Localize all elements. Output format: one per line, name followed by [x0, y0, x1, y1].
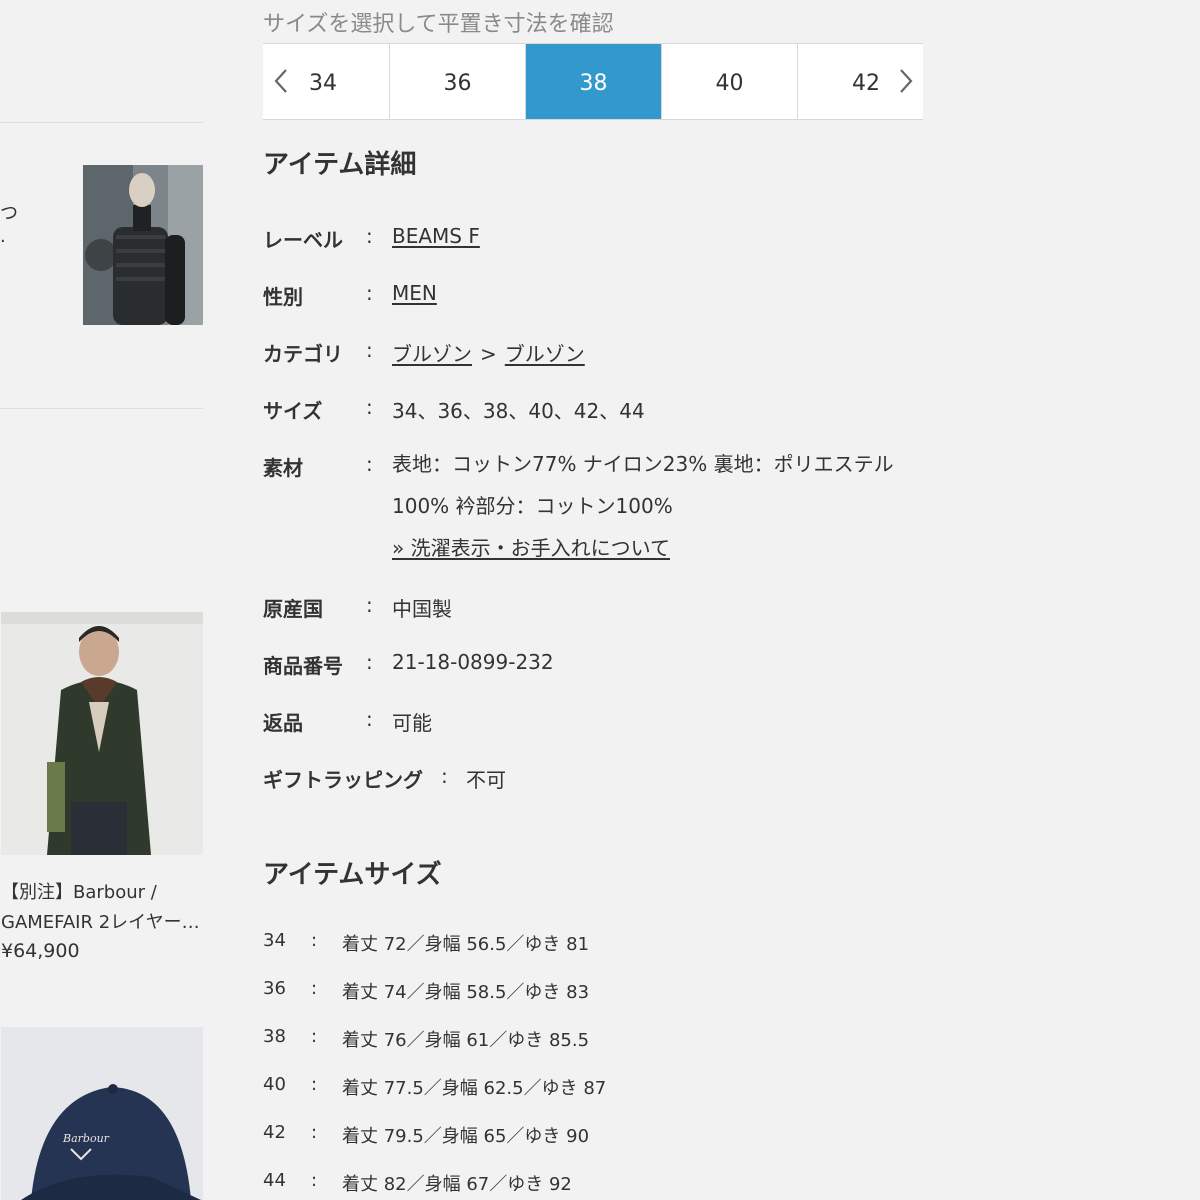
size-row-key: 40 [263, 1074, 286, 1095]
size-row-colon: : [311, 1026, 318, 1047]
size-row-colon: : [311, 1170, 318, 1191]
product-price: ¥64,900 [1, 940, 80, 962]
item-details-title: アイテム詳細 [263, 150, 417, 180]
detail-label-material: 素材 [263, 456, 303, 480]
size-row-key: 34 [263, 930, 286, 951]
product-name[interactable]: 【別注】Barbour / GAMEFAIR 2レイヤー… [1, 878, 204, 938]
detail-label-gift: ギフトラッピング [263, 768, 423, 792]
care-instructions-link[interactable]: » 洗濯表示・お手入れについて [392, 536, 670, 560]
cap-logo-text: Barbour [62, 1132, 110, 1145]
product-name-line: 【別注】Barbour / [1, 882, 157, 903]
sidebar-truncated-text: つ [0, 203, 18, 224]
gender-link[interactable]: MEN [392, 281, 437, 305]
size-tab-36[interactable]: 36 [389, 44, 525, 119]
model-wearing-jacket-photo [1, 612, 203, 855]
product-name-line: GAMEFAIR 2レイヤー… [1, 912, 200, 933]
category-child-link[interactable]: ブルゾン [505, 342, 585, 366]
detail-colon: : [366, 650, 373, 674]
detail-value-origin: 中国製 [392, 597, 452, 621]
size-row-key: 44 [263, 1170, 286, 1191]
size-selector-tabs: 34 36 38 40 42 [263, 43, 923, 120]
item-size-title: アイテムサイズ [263, 860, 442, 890]
detail-colon: : [366, 281, 373, 305]
styling-thumbnail[interactable] [83, 165, 203, 325]
size-row-measure: 着丈 82／身幅 67／ゆき 92 [342, 1174, 572, 1195]
detail-value-material: 表地：コットン77% ナイロン23% 裏地：ポリエステル 100% 衿部分：コッ… [392, 443, 894, 569]
detail-value-product-number: 21-18-0899-232 [392, 650, 554, 674]
size-row-key: 38 [263, 1026, 286, 1047]
cap-photo: Barbour [1, 1027, 203, 1200]
size-row-measure: 着丈 79.5／身幅 65／ゆき 90 [342, 1126, 590, 1147]
detail-colon: : [366, 707, 373, 731]
detail-value-gender: MEN [392, 281, 437, 305]
sidebar-divider [0, 408, 203, 409]
detail-label-gender: 性別 [263, 285, 303, 309]
size-row-colon: : [311, 978, 318, 999]
detail-label-origin: 原産国 [263, 597, 323, 621]
detail-label-returns: 返品 [263, 711, 303, 735]
detail-label-brand: レーベル [263, 228, 343, 252]
size-tab-40[interactable]: 40 [661, 44, 797, 119]
detail-colon: : [366, 395, 373, 419]
detail-colon: : [441, 764, 448, 788]
size-row-measure: 着丈 76／身幅 61／ゆき 85.5 [342, 1030, 590, 1051]
breadcrumb-separator: > [480, 342, 497, 366]
detail-value-brand: BEAMS F [392, 224, 480, 248]
chevron-left-icon [274, 68, 287, 93]
size-row-measure: 着丈 77.5／身幅 62.5／ゆき 87 [342, 1078, 607, 1099]
sidebar-divider [0, 122, 203, 123]
detail-colon: : [366, 593, 373, 617]
sidebar-truncated-text: . [0, 226, 6, 247]
size-selector-title: サイズを選択して平置き寸法を確認 [263, 12, 614, 37]
detail-colon: : [366, 452, 373, 476]
detail-colon: : [366, 224, 373, 248]
size-row-key: 42 [263, 1122, 286, 1143]
size-next-button[interactable] [891, 43, 921, 118]
size-row-measure: 着丈 72／身幅 56.5／ゆき 81 [342, 934, 590, 955]
detail-value-size: 34、36、38、40、42、44 [392, 399, 645, 423]
mannequin-photo [83, 165, 203, 325]
product-thumbnail-cap[interactable]: Barbour [1, 1027, 203, 1200]
brand-link[interactable]: BEAMS F [392, 224, 480, 248]
size-row-colon: : [311, 1122, 318, 1143]
product-thumbnail-jacket[interactable] [1, 612, 203, 855]
category-parent-link[interactable]: ブルゾン [392, 342, 472, 366]
detail-colon: : [366, 338, 373, 362]
detail-value-returns: 可能 [392, 711, 432, 735]
detail-label-product-number: 商品番号 [263, 654, 343, 678]
chevron-right-icon [900, 68, 913, 93]
detail-value-gift: 不可 [466, 768, 506, 792]
size-row-measure: 着丈 74／身幅 58.5／ゆき 83 [342, 982, 590, 1003]
size-tab-38[interactable]: 38 [525, 44, 661, 119]
material-line: 表地：コットン77% ナイロン23% 裏地：ポリエステル [392, 452, 894, 476]
detail-label-category: カテゴリ [263, 342, 343, 366]
detail-value-category: ブルゾン > ブルゾン [392, 338, 585, 367]
detail-label-size: サイズ [263, 399, 323, 423]
material-line: 100% 衿部分：コットン100% [392, 494, 673, 518]
size-prev-button[interactable] [266, 43, 296, 118]
size-row-key: 36 [263, 978, 286, 999]
size-row-colon: : [311, 930, 318, 951]
size-row-colon: : [311, 1074, 318, 1095]
